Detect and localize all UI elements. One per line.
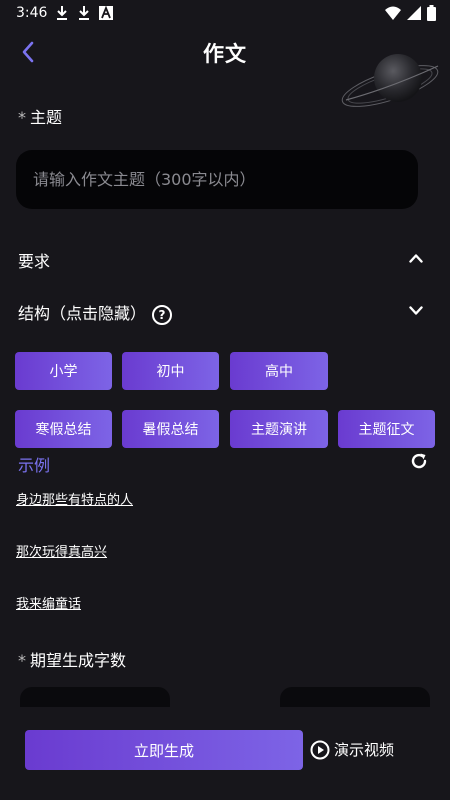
chip-senior-high[interactable]: 高中 [230,352,328,390]
chip-theme-speech[interactable]: 主题演讲 [230,410,328,448]
font-icon [99,6,114,20]
word-count-label: * 期望生成字数 [18,647,126,671]
signal-icon [407,6,421,20]
download-icon [55,5,69,21]
example-item[interactable]: 身边那些有特点的人 [16,489,133,508]
demo-video-link[interactable]: 演示视频 [310,739,394,760]
chip-winter-summary[interactable]: 寒假总结 [15,410,112,448]
example-item[interactable]: 我来编童话 [16,593,81,612]
topic-input[interactable] [33,170,418,189]
required-mark: * [18,108,26,127]
chevron-down-icon [409,306,423,315]
word-count-option[interactable] [20,687,170,707]
chip-theme-essay[interactable]: 主题征文 [338,410,435,448]
chip-junior-high[interactable]: 初中 [122,352,219,390]
play-circle-icon [310,740,330,759]
status-bar: 3:46 [0,0,450,26]
demo-video-label: 演示视频 [334,741,395,759]
requirements-label: 要求 [18,252,51,271]
question-circle-icon[interactable]: ? [152,304,173,325]
generate-button[interactable]: 立即生成 [25,730,303,770]
refresh-button[interactable] [408,450,430,472]
battery-icon [427,5,436,21]
structure-toggle[interactable] [408,303,424,319]
word-count-label-text: 期望生成字数 [30,651,127,670]
example-item[interactable]: 那次玩得真高兴 [16,541,107,560]
planet-illustration [341,54,439,107]
chip-summer-summary[interactable]: 暑假总结 [122,410,219,448]
topic-label: * 主题 [18,104,62,128]
download-icon [77,5,91,21]
topic-input-container [16,150,418,209]
requirements-toggle[interactable] [408,250,424,266]
wifi-icon [385,6,401,20]
refresh-icon [411,453,427,469]
topic-label-text: 主题 [30,108,63,127]
examples-title: 示例 [18,456,51,475]
chevron-up-icon [409,254,423,263]
required-mark: * [18,651,26,670]
chip-primary-school[interactable]: 小学 [15,352,112,390]
structure-label: 结构（点击隐藏）? [18,300,173,325]
word-count-option[interactable] [280,687,430,707]
structure-label-text: 结构（点击隐藏） [18,304,147,323]
status-time: 3:46 [16,5,48,21]
